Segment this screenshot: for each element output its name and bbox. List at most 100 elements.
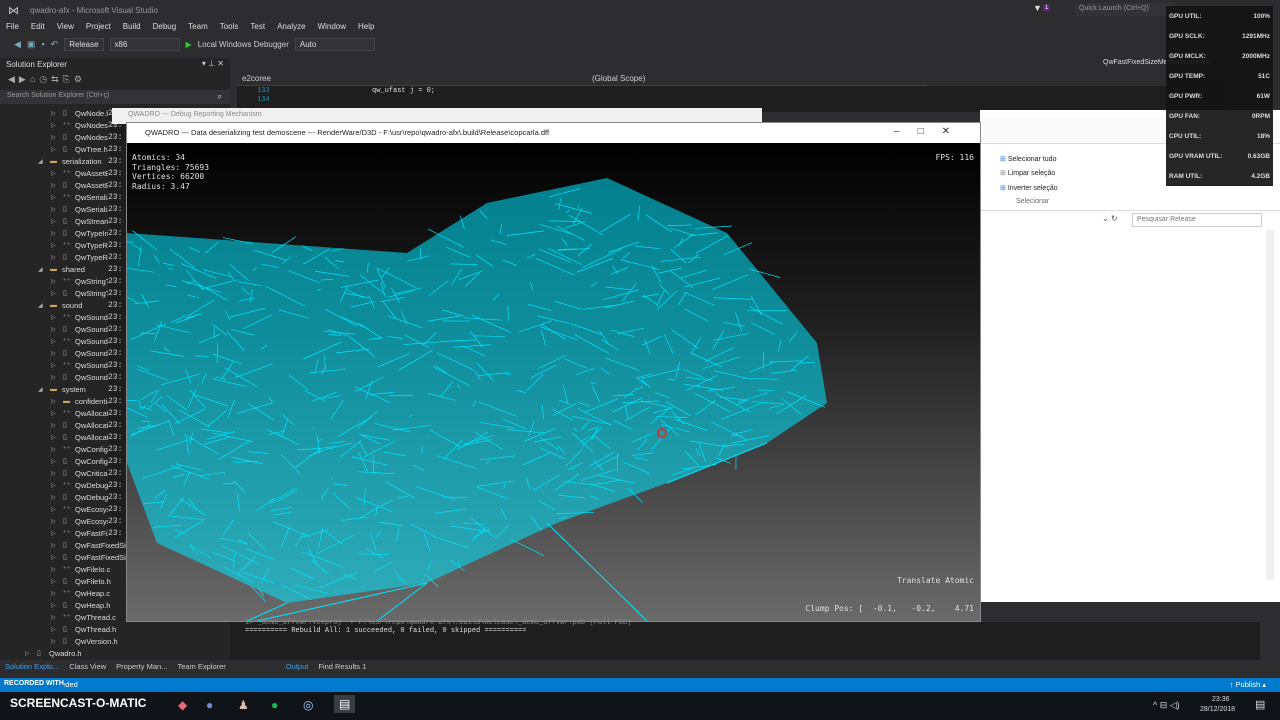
bottom-tab[interactable]: Property Man... — [111, 660, 172, 674]
spotify-icon[interactable]: ● — [271, 698, 278, 712]
collapsed-arrow-icon[interactable]: ▷ — [51, 516, 56, 528]
collapsed-arrow-icon[interactable]: ▷ — [51, 540, 56, 552]
discord-icon[interactable]: ● — [206, 698, 213, 712]
action-center-icon[interactable]: ▤ — [1255, 698, 1265, 711]
collapsed-arrow-icon[interactable]: ▷ — [51, 456, 56, 468]
collapsed-arrow-icon[interactable]: ▷ — [51, 480, 56, 492]
menu-item-help[interactable]: Help — [352, 20, 380, 34]
collapsed-arrow-icon[interactable]: ▷ — [51, 132, 56, 144]
bottom-tab[interactable]: Team Explorer — [172, 660, 230, 674]
play-icon[interactable]: ▶ — [186, 40, 192, 49]
menu-item-view[interactable]: View — [51, 20, 80, 34]
clear-selection-button[interactable]: ⊞ Limpar seleção — [1000, 169, 1055, 177]
search-icon[interactable]: ⌕ — [218, 92, 222, 102]
app-icon[interactable]: ♟ — [238, 698, 249, 712]
start-debugger-button[interactable]: Local Windows Debugger — [198, 40, 289, 49]
collapsed-arrow-icon[interactable]: ▷ — [51, 240, 56, 252]
render-app-icon[interactable]: ▤ — [334, 695, 356, 713]
collapsed-arrow-icon[interactable]: ▷ — [51, 636, 56, 648]
collapsed-arrow-icon[interactable]: ▷ — [51, 228, 56, 240]
collapsed-arrow-icon[interactable]: ▷ — [51, 528, 56, 540]
filter-icon[interactable]: ▼ — [1033, 3, 1042, 13]
menu-item-tools[interactable]: Tools — [214, 20, 245, 34]
collapsed-arrow-icon[interactable]: ▷ — [51, 216, 56, 228]
collapsed-arrow-icon[interactable]: ▷ — [51, 108, 56, 120]
scrollbar[interactable] — [1266, 230, 1274, 580]
back-icon[interactable]: ◀ — [14, 39, 21, 50]
quick-launch-input[interactable]: Quick Launch (Ctrl+Q) — [1075, 3, 1175, 16]
invert-selection-button[interactable]: ⊞ Inverter seleção — [1000, 184, 1058, 192]
expanded-arrow-icon[interactable]: ◢ — [38, 264, 43, 276]
pin-close-icons[interactable]: ▾ ⊥ ✕ — [202, 59, 224, 68]
collapsed-arrow-icon[interactable]: ▷ — [51, 492, 56, 504]
collapsed-arrow-icon[interactable]: ▷ — [51, 180, 56, 192]
expanded-arrow-icon[interactable]: ▷ — [51, 396, 56, 408]
collapsed-arrow-icon[interactable]: ▷ — [51, 600, 56, 612]
menu-item-test[interactable]: Test — [244, 20, 271, 34]
collapsed-arrow-icon[interactable]: ▷ — [51, 504, 56, 516]
clock-date[interactable]: 28/12/2018 — [1200, 706, 1235, 713]
scope-combo[interactable]: (Global Scope) — [592, 74, 645, 83]
app-icon[interactable]: ◆ — [178, 698, 187, 712]
expanded-arrow-icon[interactable]: ◢ — [38, 156, 43, 168]
collapsed-arrow-icon[interactable]: ▷ — [25, 648, 30, 660]
bottom-tab[interactable]: Output — [281, 660, 314, 674]
undo-icon[interactable]: ↶ — [51, 39, 59, 50]
bottom-tab[interactable]: Class View — [64, 660, 111, 674]
collapsed-arrow-icon[interactable]: ▷ — [51, 324, 56, 336]
menu-item-build[interactable]: Build — [117, 20, 147, 34]
collapsed-arrow-icon[interactable]: ▷ — [51, 204, 56, 216]
collapsed-arrow-icon[interactable]: ▷ — [51, 348, 56, 360]
select-all-button[interactable]: ⊞ Selecionar tudo — [1000, 155, 1056, 163]
collapsed-arrow-icon[interactable]: ▷ — [51, 336, 56, 348]
collapsed-arrow-icon[interactable]: ▷ — [51, 360, 56, 372]
menu-item-window[interactable]: Window — [312, 20, 352, 34]
collapsed-arrow-icon[interactable]: ▷ — [51, 432, 56, 444]
expanded-arrow-icon[interactable]: ◢ — [38, 300, 43, 312]
collapsed-arrow-icon[interactable]: ▷ — [51, 564, 56, 576]
menu-item-analyze[interactable]: Analyze — [271, 20, 311, 34]
refresh-icon[interactable]: ⌄ ↻ — [1102, 214, 1118, 223]
expanded-arrow-icon[interactable]: ◢ — [38, 384, 43, 396]
publish-button[interactable]: ↑ Publish ▴ — [1230, 680, 1266, 689]
config-select[interactable]: Release — [64, 37, 104, 51]
clock-time[interactable]: 23:36 — [1212, 696, 1230, 703]
collapsed-arrow-icon[interactable]: ▷ — [51, 444, 56, 456]
collapsed-arrow-icon[interactable]: ▷ — [51, 372, 56, 384]
tree-item[interactable]: ▷ ▯ QwThread.h — [0, 624, 230, 636]
notification-badge[interactable]: 1 — [1043, 5, 1051, 11]
tree-item[interactable]: ▷ ▯ Qwadro.h — [0, 648, 230, 660]
collapsed-arrow-icon[interactable]: ▷ — [51, 288, 56, 300]
app-icon[interactable]: ◎ — [303, 698, 313, 712]
collapsed-arrow-icon[interactable]: ▷ — [51, 612, 56, 624]
new-project-icon[interactable]: ▣ — [27, 39, 36, 50]
collapsed-arrow-icon[interactable]: ▷ — [51, 168, 56, 180]
collapsed-arrow-icon[interactable]: ▷ — [51, 468, 56, 480]
render-canvas[interactable]: Atomics: 34 Triangles: 75693 Vertices: 6… — [127, 143, 980, 621]
search-input[interactable]: Search Solution Explorer (Ctrl+ç) — [0, 90, 230, 104]
collapsed-arrow-icon[interactable]: ▷ — [51, 252, 56, 264]
collapsed-arrow-icon[interactable]: ▷ — [51, 144, 56, 156]
save-icon[interactable]: ▪ — [41, 39, 44, 49]
tree-item[interactable]: ▷ ▯ QwVersion.h — [0, 636, 230, 648]
tray-icons[interactable]: ^ ⊟ ◁) — [1153, 700, 1180, 711]
mode-select[interactable]: Auto — [294, 37, 375, 51]
menu-item-project[interactable]: Project — [80, 20, 117, 34]
collapsed-arrow-icon[interactable]: ▷ — [51, 192, 56, 204]
collapsed-arrow-icon[interactable]: ▷ — [51, 420, 56, 432]
menu-item-edit[interactable]: Edit — [25, 20, 51, 34]
menu-item-debug[interactable]: Debug — [147, 20, 183, 34]
collapsed-arrow-icon[interactable]: ▷ — [51, 552, 56, 564]
platform-select[interactable]: x86 — [109, 37, 180, 51]
collapsed-arrow-icon[interactable]: ▷ — [51, 588, 56, 600]
menu-item-team[interactable]: Team — [182, 20, 214, 34]
collapsed-arrow-icon[interactable]: ▷ — [51, 576, 56, 588]
collapsed-arrow-icon[interactable]: ▷ — [51, 120, 56, 132]
window-controls[interactable]: –□✕ — [894, 126, 968, 137]
home-icon[interactable]: ◀▶⌂◷⇆⎘⚙ — [8, 74, 86, 85]
menu-item-file[interactable]: File — [0, 20, 25, 34]
bottom-tab[interactable]: Solution Explo... — [0, 660, 64, 674]
collapsed-arrow-icon[interactable]: ▷ — [51, 276, 56, 288]
collapsed-arrow-icon[interactable]: ▷ — [51, 624, 56, 636]
explorer-search-input[interactable]: Pesquisar Release — [1132, 213, 1262, 227]
